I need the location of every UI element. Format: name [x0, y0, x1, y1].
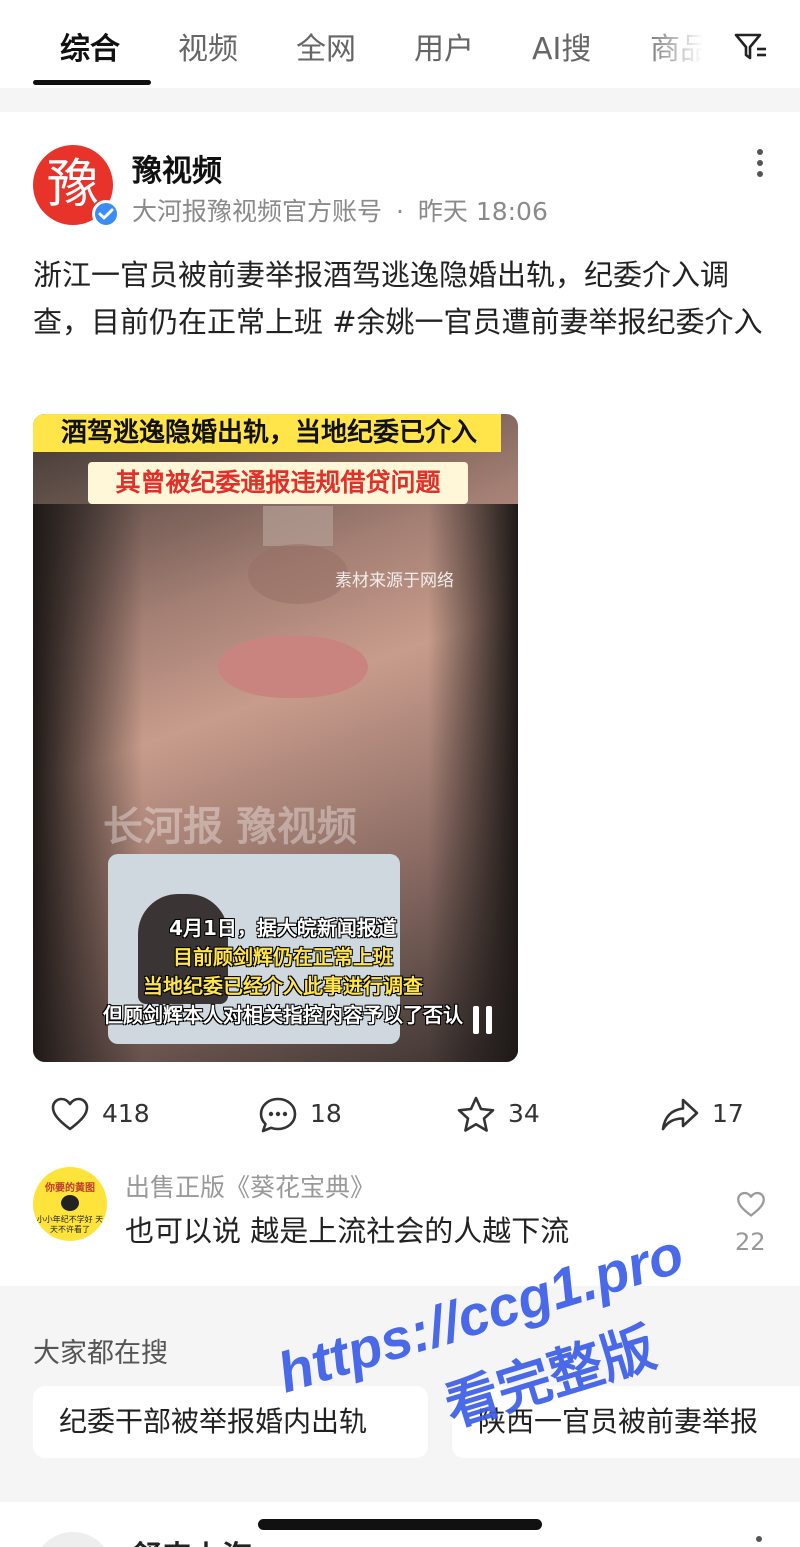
video-subtitle-line: 当地纪委已经介入此事进行调查 — [143, 974, 423, 998]
post-actions-bar: 418 18 34 17 — [0, 1087, 800, 1143]
tab-fade-overlay — [640, 0, 730, 88]
video-source-note: 素材来源于网络 — [335, 571, 454, 591]
commenter-name[interactable]: 出售正版《葵花宝典》 — [125, 1168, 375, 1204]
verified-badge-icon — [92, 200, 120, 228]
video-banner-top: 酒驾逃逸隐婚出轨，当地纪委已介入 — [33, 414, 501, 452]
video-face-shadow — [248, 544, 348, 604]
video-subtitle-line: 但顾剑辉本人对相关指控内容予以了否认 — [103, 1003, 463, 1027]
tab-comprehensive[interactable]: 综合 — [60, 24, 120, 68]
video-mosaic-blur — [263, 506, 333, 546]
tab-video[interactable]: 视频 — [178, 24, 238, 68]
video-lips — [218, 636, 368, 698]
video-banner-second: 其曾被纪委通报违规借贷问题 — [88, 462, 468, 504]
active-tab-indicator — [33, 80, 151, 85]
post-text[interactable]: 浙江一官员被前妻举报酒驾逃逸隐婚出轨，纪委介入调查，目前仍在正常上班 #余姚一官… — [33, 252, 773, 346]
tab-ai-search[interactable]: AI搜 — [532, 24, 591, 68]
tab-users[interactable]: 用户 — [414, 24, 474, 68]
video-subtitle-line: 目前顾剑辉仍在正常上班 — [173, 945, 393, 969]
more-options-icon[interactable] — [748, 146, 772, 182]
filter-icon[interactable] — [730, 26, 770, 66]
next-post-avatar[interactable] — [33, 1532, 113, 1547]
video-subtitle-line: 4月1日，据大皖新闻报道 — [169, 916, 397, 940]
comment-count: 18 — [310, 1099, 342, 1128]
share-arrow-icon — [661, 1098, 699, 1131]
search-tab-bar: 综合 视频 全网 用户 AI搜 商品 — [0, 0, 800, 88]
commenter-avatar-caption-top: 你要的黄图 — [45, 1183, 95, 1194]
video-watermark: 长河报 豫视频 — [103, 803, 357, 850]
post-time: 昨天 18:06 — [417, 197, 548, 226]
video-banner-top-text: 酒驾逃逸隐婚出轨，当地纪委已介入 — [61, 418, 478, 448]
video-subtitles: 4月1日，据大皖新闻报道 目前顾剑辉仍在正常上班 当地纪委已经介入此事进行调查 … — [73, 914, 493, 1030]
commenter-avatar-caption-bottom: 小小年纪不学好 天天不许看了 — [36, 1215, 104, 1234]
author-name[interactable]: 豫视频 — [132, 146, 222, 190]
comment-like-heart-icon[interactable] — [736, 1190, 766, 1220]
star-icon — [457, 1096, 495, 1132]
heart-icon — [51, 1097, 89, 1131]
video-thumbnail[interactable]: 酒驾逃逸隐婚出轨，当地纪委已介入 其曾被纪委通报违规借贷问题 素材来源于网络 长… — [33, 414, 518, 1062]
trending-title: 大家都在搜 — [33, 1338, 168, 1369]
account-description: 大河报豫视频官方账号 — [132, 197, 383, 226]
meta-separator: · — [395, 197, 404, 226]
favorite-count: 34 — [508, 1099, 540, 1128]
commenter-avatar-face — [61, 1195, 79, 1211]
pause-icon[interactable] — [473, 1006, 493, 1034]
share-count: 17 — [712, 1099, 744, 1128]
comment-bubble-icon — [259, 1097, 297, 1133]
like-count: 418 — [102, 1099, 150, 1128]
next-post-author[interactable]: 舒来上海 — [132, 1532, 252, 1547]
post-meta: 大河报豫视频官方账号 · 昨天 18:06 — [132, 192, 548, 228]
post-card[interactable]: 豫 豫视频 大河报豫视频官方账号 · 昨天 18:06 浙江一官员被前妻举报酒驾… — [0, 112, 800, 1286]
commenter-avatar[interactable]: 你要的黄图 小小年纪不学好 天天不许看了 — [33, 1167, 107, 1241]
next-post-more-icon[interactable] — [756, 1536, 762, 1542]
tab-web[interactable]: 全网 — [296, 24, 356, 68]
home-indicator[interactable] — [258, 1519, 542, 1530]
video-banner-second-text: 其曾被纪委通报违规借贷问题 — [115, 468, 441, 497]
